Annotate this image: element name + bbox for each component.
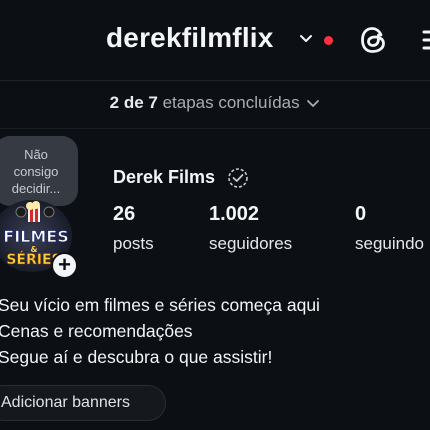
- following-stat[interactable]: 0 seguindo: [355, 203, 424, 254]
- header-divider: [0, 80, 430, 81]
- steps-count: 2 de 7: [109, 93, 158, 112]
- add-banners-button[interactable]: Adicionar banners: [0, 385, 166, 421]
- chevron-down-icon[interactable]: [297, 32, 315, 46]
- add-story-button[interactable]: +: [51, 252, 78, 279]
- profile-bio: Seu vício em filmes e séries começa aqui…: [0, 292, 320, 370]
- followers-stat[interactable]: 1.002 seguidores: [209, 203, 292, 254]
- profile-note-text: Não consigo decidir...: [0, 146, 78, 197]
- steps-label: etapas concluídas: [162, 93, 300, 112]
- plus-icon: +: [58, 252, 71, 277]
- posts-stat[interactable]: 26 posts: [113, 203, 154, 254]
- display-name: Derek Films: [113, 167, 216, 187]
- steps-divider: [0, 128, 430, 129]
- threads-icon[interactable]: [357, 23, 391, 57]
- note-line: consigo: [13, 164, 59, 179]
- onboarding-steps[interactable]: 2 de 7 etapas concluídas: [0, 93, 430, 117]
- note-line: decidir...: [11, 181, 61, 196]
- username-title[interactable]: derekfilmflix: [106, 22, 274, 54]
- bio-line: Segue aí e descubra o que assistir!: [0, 347, 273, 367]
- profile-note-bubble[interactable]: Não consigo decidir...: [0, 136, 78, 206]
- menu-icon[interactable]: [420, 26, 430, 54]
- chevron-down-icon: [307, 99, 320, 107]
- posts-label: posts: [113, 234, 154, 253]
- notification-dot: [324, 36, 333, 45]
- bio-line: Cenas e recomendações: [0, 321, 193, 341]
- followers-count: 1.002: [209, 203, 260, 225]
- profile-header: derekfilmflix: [0, 0, 430, 80]
- posts-count: 26: [113, 203, 136, 225]
- verified-badge-icon[interactable]: [227, 167, 249, 189]
- note-line: Não: [24, 147, 48, 162]
- following-label: seguindo: [355, 234, 425, 253]
- following-count: 0: [355, 203, 367, 225]
- bio-line: Seu vício em filmes e séries começa aqui: [0, 295, 320, 315]
- followers-label: seguidores: [209, 234, 293, 253]
- avatar-text-filmes: FILMES: [3, 227, 68, 246]
- add-banners-label: Adicionar banners: [1, 394, 130, 411]
